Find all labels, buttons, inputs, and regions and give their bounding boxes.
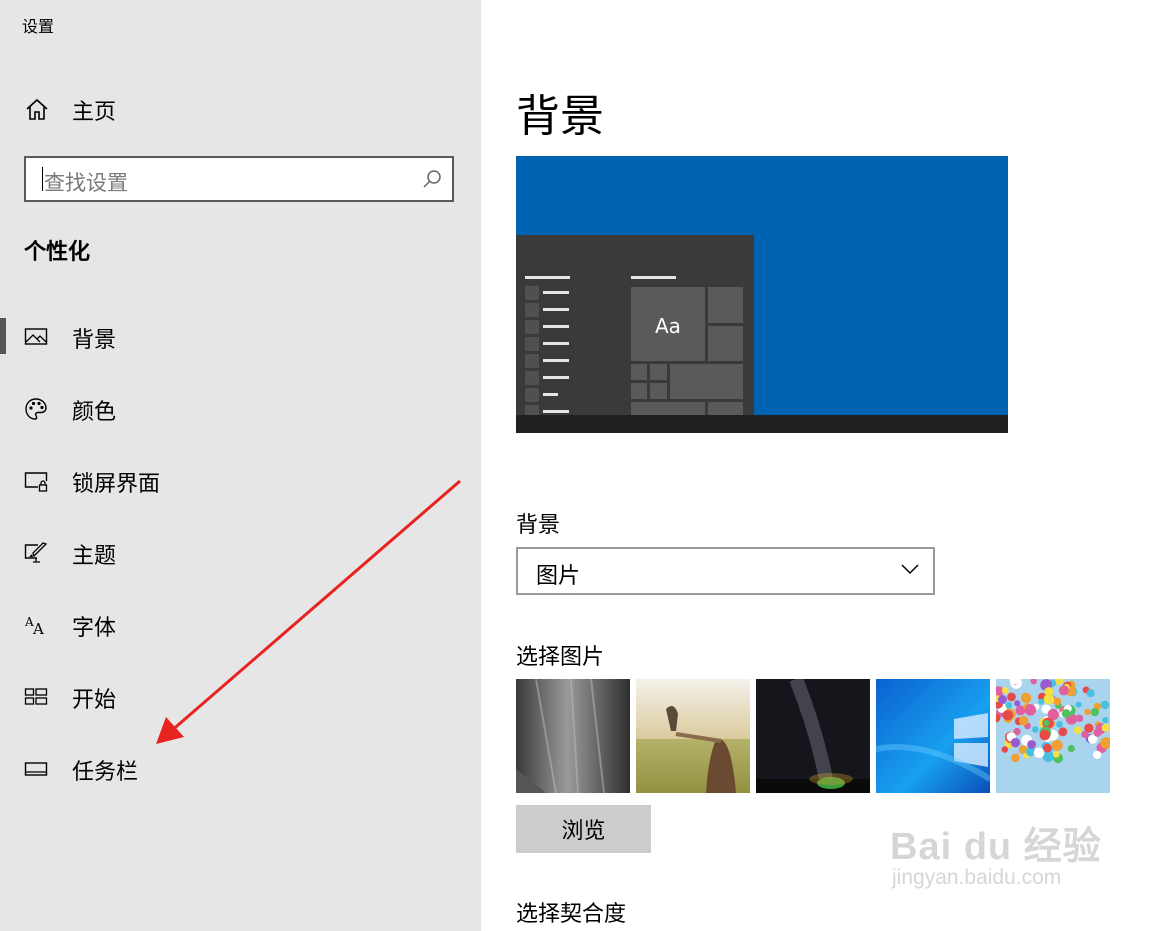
selected-indicator [0,318,6,354]
sidebar: 设置 主页 查找设置 个性化 背景 颜色 锁屏界面 主题 A A 字体 开始 任… [0,0,481,931]
page-title: 背景 [516,91,604,142]
thumbnail-balloons[interactable] [996,679,1110,793]
sidebar-item-label: 主题 [72,544,117,569]
select-value: 图片 [536,564,581,589]
sidebar-item-lock-screen[interactable]: 锁屏界面 [0,456,481,506]
sidebar-item-fonts[interactable]: A A 字体 [0,600,481,650]
baidu-jingyan-watermark: Bai du 经验 jingyan.baidu.com [890,815,1102,890]
sidebar-item-label: 颜色 [72,400,117,425]
sidebar-item-colors[interactable]: 颜色 [0,384,481,434]
lock-screen-icon [24,472,48,492]
font-icon: A A [24,615,44,637]
choose-picture-label: 选择图片 [516,645,605,670]
home-icon [26,98,48,120]
home-link[interactable]: 主页 [24,93,116,127]
sidebar-item-label: 开始 [72,688,117,713]
sidebar-item-label: 背景 [72,328,117,353]
browse-button[interactable]: 浏览 [516,805,651,853]
watermark-main-text: Bai du 经验 [890,826,1102,868]
app-title: 设置 [22,17,55,36]
svg-text:A: A [32,620,44,637]
palette-icon [25,398,47,420]
taskbar-preview [516,415,1008,433]
text-caret [42,167,43,191]
background-type-select[interactable]: 图片 [516,547,935,595]
section-title: 个性化 [24,240,91,265]
start-tiles-icon [24,688,48,705]
thumbnail-milky-way-tent[interactable] [756,679,870,793]
sidebar-item-taskbar[interactable]: 任务栏 [0,744,481,794]
sidebar-item-themes[interactable]: 主题 [0,528,481,578]
thumbnail-rock-cliff[interactable] [516,679,630,793]
preview-tile-text: Aa [655,314,681,338]
desktop-preview: Aa [516,156,1008,433]
chevron-down-icon [901,564,919,575]
theme-brush-icon [24,542,48,563]
picture-icon [24,328,48,345]
sidebar-item-start[interactable]: 开始 [0,672,481,722]
sidebar-item-background[interactable]: 背景 [0,312,481,362]
sidebar-item-label: 锁屏界面 [72,472,161,497]
background-type-label: 背景 [516,513,561,538]
thumbnail-bird-on-hand[interactable] [636,679,750,793]
search-input[interactable]: 查找设置 [24,156,454,202]
sidebar-item-label: 任务栏 [72,760,139,785]
sidebar-item-label: 字体 [72,616,117,641]
home-label: 主页 [72,100,117,125]
thumbnail-windows-default[interactable] [876,679,990,793]
taskbar-icon [24,762,48,776]
choose-fit-label: 选择契合度 [516,902,627,927]
search-icon[interactable] [422,169,442,189]
search-placeholder: 查找设置 [44,171,128,195]
